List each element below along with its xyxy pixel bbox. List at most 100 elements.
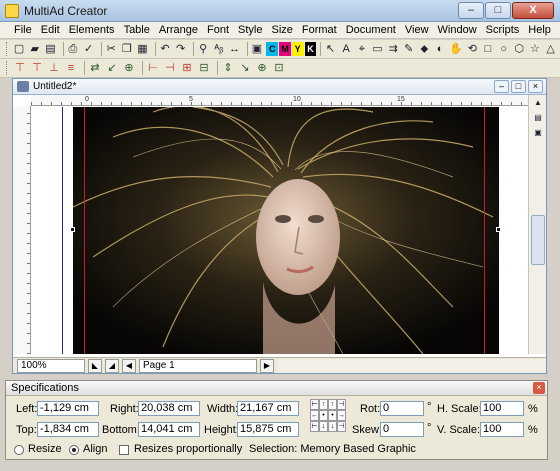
color-swatch-m[interactable]: M: [279, 42, 291, 56]
copy-icon[interactable]: ❐: [120, 42, 133, 56]
distribute-icon[interactable]: ≡: [64, 61, 78, 75]
v-scale-field[interactable]: 100: [480, 422, 524, 437]
resize-handle-right[interactable]: [496, 227, 501, 232]
nudge-icon[interactable]: ↓: [319, 421, 328, 432]
right-field[interactable]: 20,038 cm: [138, 401, 200, 416]
unlock-icon[interactable]: ⊡: [272, 61, 286, 75]
resizes-proportionally-checkbox[interactable]: [119, 445, 129, 455]
align-top-icon[interactable]: ⊤: [13, 61, 27, 75]
horizontal-scrollbar[interactable]: [277, 358, 546, 373]
color-picker-icon[interactable]: ▣: [251, 42, 264, 56]
star-tool-icon[interactable]: ☆: [529, 42, 542, 56]
menu-document[interactable]: Document: [346, 24, 396, 36]
align-center-icon[interactable]: ⊤: [30, 61, 44, 75]
doc-close-button[interactable]: ×: [528, 80, 543, 93]
group-icon[interactable]: ⊕: [122, 61, 136, 75]
spell-icon[interactable]: ✓: [82, 42, 95, 56]
cut-icon[interactable]: ✂: [105, 42, 118, 56]
bottom-field[interactable]: 14,041 cm: [138, 422, 200, 437]
menu-window[interactable]: Window: [438, 24, 477, 36]
move-icon[interactable]: ↙: [105, 61, 119, 75]
nudge-icon[interactable]: ←: [310, 410, 319, 421]
menu-size[interactable]: Size: [271, 24, 292, 36]
resize-radio[interactable]: [14, 445, 24, 455]
lock-icon[interactable]: ⊕: [255, 61, 269, 75]
menu-style[interactable]: Style: [238, 24, 262, 36]
menu-file[interactable]: File: [14, 24, 32, 36]
shade-tool-icon[interactable]: ◐: [434, 42, 447, 56]
new-icon[interactable]: ▢: [13, 42, 26, 56]
redo-icon[interactable]: ↷: [174, 42, 187, 56]
maximize-button[interactable]: □: [485, 2, 511, 19]
layout-icon[interactable]: ▤: [530, 111, 546, 125]
pen-tool-icon[interactable]: ✎: [402, 42, 415, 56]
replace-icon[interactable]: ᴬᵦ: [212, 42, 225, 56]
align-right-icon[interactable]: ⊣: [163, 61, 177, 75]
menu-table[interactable]: Table: [124, 24, 150, 36]
nudge-icon[interactable]: ↓: [328, 421, 337, 432]
nudge-icon[interactable]: ⊣: [337, 399, 346, 410]
nudge-icon[interactable]: ↑: [328, 399, 337, 410]
text-tool-icon[interactable]: A: [340, 42, 353, 56]
doc-minimize-button[interactable]: –: [494, 80, 509, 93]
width-field[interactable]: 21,167 cm: [237, 401, 299, 416]
menu-arrange[interactable]: Arrange: [159, 24, 198, 36]
align-bottom-icon[interactable]: ⊥: [47, 61, 61, 75]
menu-font[interactable]: Font: [207, 24, 229, 36]
vertical-scrollbar[interactable]: ▲ ▤ ▣: [528, 95, 546, 354]
vertical-ruler[interactable]: [13, 106, 31, 354]
scroll-up-icon[interactable]: ▲: [530, 96, 546, 110]
skew-field[interactable]: 0: [380, 422, 424, 437]
pointer-tool-icon[interactable]: ↖: [324, 42, 337, 56]
page-next-icon[interactable]: ▶: [260, 358, 274, 373]
close-button[interactable]: X: [512, 2, 554, 19]
paste-icon[interactable]: ▦: [136, 42, 149, 56]
nudge-icon[interactable]: ↑: [319, 399, 328, 410]
nudge-control[interactable]: ⊢ ↑ ↑ ⊣ ← • • → ⊢ ↓ ↓ ⊣: [310, 399, 346, 433]
move-down-icon[interactable]: ↘: [238, 61, 252, 75]
nudge-icon[interactable]: →: [337, 410, 346, 421]
rectangle-tool-icon[interactable]: □: [482, 42, 495, 56]
menu-help[interactable]: Help: [528, 24, 551, 36]
scroll-thumb[interactable]: [531, 215, 545, 265]
zoom-field[interactable]: 100%: [17, 358, 85, 373]
print-icon[interactable]: ⎙: [67, 42, 80, 56]
layers-icon[interactable]: ▣: [530, 126, 546, 140]
grid-icon[interactable]: ⊞: [180, 61, 194, 75]
toolbar-grip[interactable]: [6, 42, 9, 56]
link-tool-icon[interactable]: ⇉: [387, 42, 400, 56]
ellipse-tool-icon[interactable]: ○: [497, 42, 510, 56]
color-swatch-y[interactable]: Y: [291, 42, 304, 56]
palette-close-button[interactable]: ×: [533, 382, 545, 394]
polygon-tool-icon[interactable]: ⬡: [513, 42, 526, 56]
menu-edit[interactable]: Edit: [41, 24, 60, 36]
save-icon[interactable]: ▤: [44, 42, 57, 56]
menu-view[interactable]: View: [405, 24, 429, 36]
selected-graphic[interactable]: [73, 107, 499, 354]
toolbar-grip[interactable]: [6, 61, 9, 75]
nudge-icon[interactable]: ⊢: [310, 399, 319, 410]
spacing-icon[interactable]: ↔: [228, 42, 241, 56]
document-canvas[interactable]: [32, 107, 528, 354]
zoom-in-icon[interactable]: ◢: [105, 358, 119, 373]
horizontal-ruler[interactable]: 0 5 10 15: [31, 95, 528, 106]
ungroup-icon[interactable]: ⊟: [197, 61, 211, 75]
menu-format[interactable]: Format: [302, 24, 337, 36]
page-prev-icon[interactable]: ◀: [122, 358, 136, 373]
align-radio[interactable]: [69, 445, 79, 455]
nudge-icon[interactable]: •: [328, 410, 337, 421]
rotation-field[interactable]: 0: [380, 401, 424, 416]
hand-tool-icon[interactable]: ✋: [449, 42, 463, 56]
flip-icon[interactable]: ⇕: [221, 61, 235, 75]
height-field[interactable]: 15,875 cm: [237, 422, 299, 437]
top-field[interactable]: -1,834 cm: [37, 422, 99, 437]
menu-scripts[interactable]: Scripts: [486, 24, 520, 36]
open-icon[interactable]: ▰: [28, 42, 41, 56]
nudge-icon[interactable]: ⊢: [310, 421, 319, 432]
undo-icon[interactable]: ↶: [159, 42, 172, 56]
binoculars-icon[interactable]: ⚲: [197, 42, 210, 56]
swap-icon[interactable]: ⇄: [88, 61, 102, 75]
frame-tool-icon[interactable]: ▭: [371, 42, 384, 56]
color-swatch-k[interactable]: K: [304, 42, 317, 56]
menu-elements[interactable]: Elements: [69, 24, 115, 36]
